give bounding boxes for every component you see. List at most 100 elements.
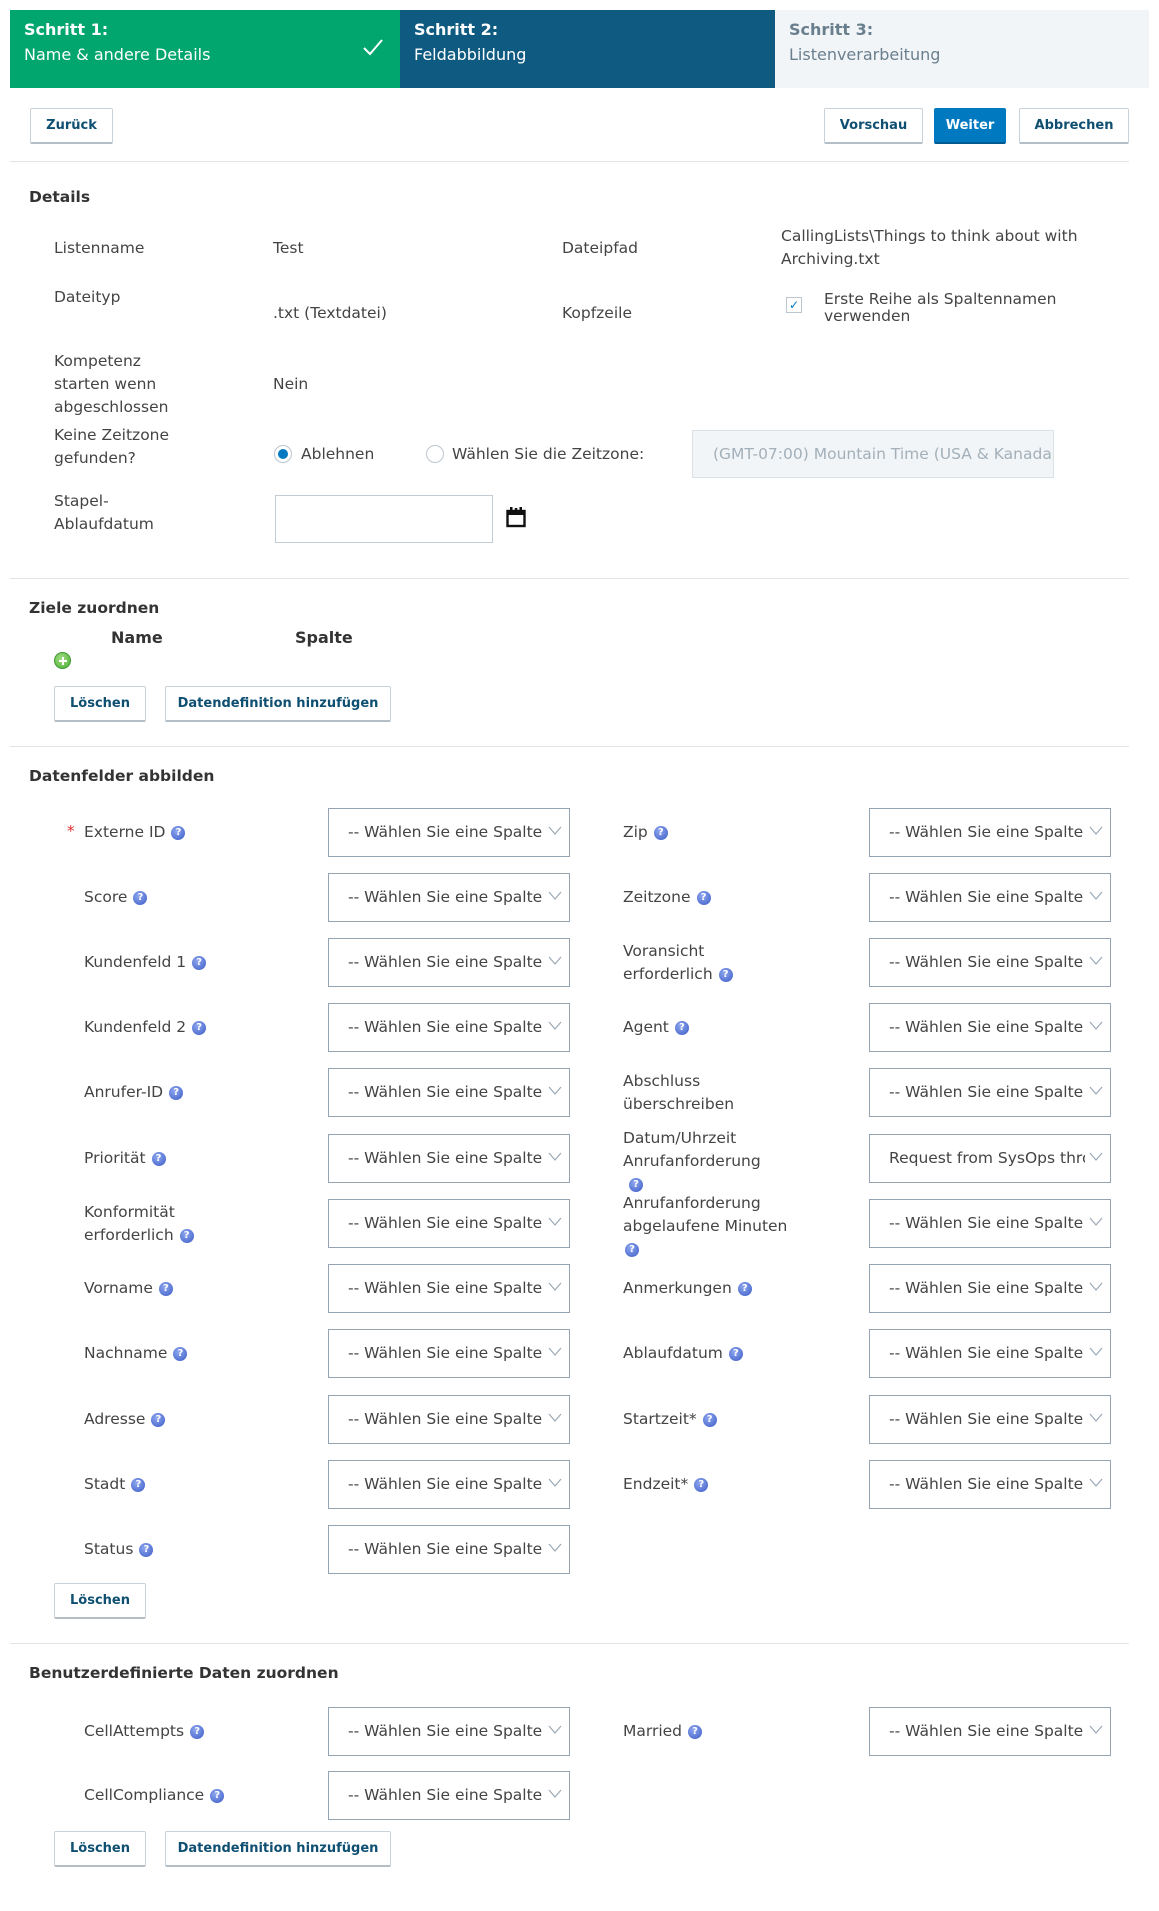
help-icon[interactable]: ? <box>210 1789 225 1803</box>
column-select[interactable]: -- Wählen Sie eine Spalte <box>869 808 1111 857</box>
help-icon[interactable]: ? <box>718 968 733 982</box>
field-label: Stadt? <box>84 1473 254 1496</box>
preview-button[interactable]: Vorschau <box>824 108 923 144</box>
column-select[interactable]: -- Wählen Sie eine Spalte <box>328 1395 570 1444</box>
help-icon[interactable]: ? <box>151 1152 166 1166</box>
field-label: Status? <box>84 1538 254 1561</box>
column-select[interactable]: -- Wählen Sie eine Spalte <box>869 1199 1111 1248</box>
reject-radio-label[interactable]: Ablehnen <box>301 443 374 466</box>
field-label: Zeitzone? <box>623 886 793 909</box>
custom-data-add-definition-button[interactable]: Datendefinition hinzufügen <box>165 1831 391 1867</box>
column-select[interactable]: -- Wählen Sie eine Spalte <box>869 938 1111 987</box>
back-button[interactable]: Zurück <box>30 108 113 144</box>
help-icon[interactable]: ? <box>688 1725 703 1739</box>
column-select[interactable]: -- Wählen Sie eine Spalte <box>328 873 570 922</box>
chevron-down-icon <box>1089 956 1103 965</box>
skill-label-line-3: abgeschlossen <box>54 398 169 416</box>
column-select[interactable]: -- Wählen Sie eine Spalte <box>869 1003 1111 1052</box>
help-icon[interactable]: ? <box>179 1229 194 1243</box>
help-icon[interactable]: ? <box>133 891 148 905</box>
chevron-down-icon <box>548 1543 562 1552</box>
data-fields-delete-button[interactable]: Löschen <box>54 1583 146 1619</box>
step-2[interactable]: Schritt 2: Feldabbildung <box>400 10 775 88</box>
column-select[interactable]: -- Wählen Sie eine Spalte <box>869 873 1111 922</box>
add-target-icon[interactable] <box>54 652 71 669</box>
batch-expiry-date-input[interactable] <box>275 495 493 543</box>
chevron-down-icon <box>548 826 562 835</box>
help-icon[interactable]: ? <box>737 1282 752 1296</box>
field-label-text: Score <box>84 888 128 906</box>
step-1[interactable]: Schritt 1: Name & andere Details <box>10 10 400 88</box>
column-select[interactable]: -- Wählen Sie eine Spalte <box>869 1264 1111 1313</box>
help-icon[interactable]: ? <box>171 826 186 840</box>
choose-timezone-label[interactable]: Wählen Sie die Zeitzone: <box>452 443 644 466</box>
help-icon[interactable]: ? <box>151 1413 166 1427</box>
help-icon[interactable]: ? <box>190 1725 205 1739</box>
column-select[interactable]: -- Wählen Sie eine Spalte <box>328 1199 570 1248</box>
column-select[interactable]: -- Wählen Sie eine Spalte <box>328 1525 570 1574</box>
column-select-value: -- Wählen Sie eine Spalte <box>348 1540 543 1558</box>
column-select[interactable]: -- Wählen Sie eine Spalte <box>328 808 570 857</box>
help-icon[interactable]: ? <box>173 1347 188 1361</box>
help-icon[interactable]: ? <box>728 1347 743 1361</box>
targets-add-definition-button[interactable]: Datendefinition hinzufügen <box>165 686 391 722</box>
calendar-icon[interactable] <box>506 506 526 528</box>
column-select-value: -- Wählen Sie eine Spalte <box>889 1214 1084 1232</box>
header-checkbox-label: Erste Reihe als Spaltennamen verwenden <box>824 291 1057 325</box>
field-label-text: Zeitzone <box>623 888 691 906</box>
column-select[interactable]: -- Wählen Sie eine Spalte <box>328 1068 570 1117</box>
reject-radio[interactable] <box>274 445 292 463</box>
timezone-select[interactable]: (GMT-07:00) Mountain Time (USA & Kanada) <box>692 430 1054 478</box>
no-timezone-line-1: Keine Zeitzone <box>54 426 170 444</box>
chevron-down-icon <box>548 1478 562 1487</box>
help-icon[interactable]: ? <box>653 826 668 840</box>
help-icon[interactable]: ? <box>629 1178 643 1192</box>
column-select[interactable]: -- Wählen Sie eine Spalte <box>328 1771 570 1820</box>
help-icon[interactable]: ? <box>696 891 711 905</box>
field-label-text: Startzeit* <box>623 1410 697 1428</box>
help-icon[interactable]: ? <box>192 1021 207 1035</box>
help-icon[interactable]: ? <box>131 1478 146 1492</box>
help-icon[interactable]: ? <box>625 1243 639 1257</box>
column-select[interactable]: -- Wählen Sie eine Spalte <box>328 938 570 987</box>
step-2-number: Schritt 2: <box>414 20 499 39</box>
help-icon[interactable]: ? <box>702 1413 717 1427</box>
wizard-stepper: Schritt 1: Name & andere Details Schritt… <box>10 10 1149 88</box>
field-label-text: Stadt <box>84 1475 126 1493</box>
divider <box>10 746 1129 747</box>
field-label-text: Status <box>84 1540 134 1558</box>
header-checkbox[interactable]: ✓ <box>786 297 802 313</box>
no-timezone-label: Keine Zeitzone gefunden? <box>54 424 169 470</box>
column-select[interactable]: -- Wählen Sie eine Spalte <box>869 1460 1111 1509</box>
choose-timezone-radio[interactable] <box>426 445 444 463</box>
no-timezone-line-2: gefunden? <box>54 449 136 467</box>
step-3[interactable]: Schritt 3: Listenverarbeitung <box>775 10 1149 88</box>
column-select-value: -- Wählen Sie eine Spalte <box>889 1722 1084 1740</box>
column-select[interactable]: -- Wählen Sie eine Spalte <box>328 1264 570 1313</box>
field-label-text: Endzeit* <box>623 1475 689 1493</box>
help-icon[interactable]: ? <box>674 1021 689 1035</box>
help-icon[interactable]: ? <box>139 1543 154 1557</box>
column-select[interactable]: -- Wählen Sie eine Spalte <box>328 1329 570 1378</box>
column-select[interactable]: -- Wählen Sie eine Spalte <box>869 1707 1111 1756</box>
column-select[interactable]: -- Wählen Sie eine Spalte <box>328 1134 570 1183</box>
column-select[interactable]: -- Wählen Sie eine Spalte <box>328 1707 570 1756</box>
column-select-value: -- Wählen Sie eine Spalte <box>348 1344 543 1362</box>
column-select[interactable]: Request from SysOps through <box>869 1134 1111 1183</box>
column-select[interactable]: -- Wählen Sie eine Spalte <box>869 1329 1111 1378</box>
batch-expiry-line-1: Stapel- <box>54 492 109 510</box>
column-select[interactable]: -- Wählen Sie eine Spalte <box>869 1395 1111 1444</box>
column-select[interactable]: -- Wählen Sie eine Spalte <box>869 1068 1111 1117</box>
column-select[interactable]: -- Wählen Sie eine Spalte <box>328 1003 570 1052</box>
cancel-button[interactable]: Abbrechen <box>1019 108 1129 144</box>
help-icon[interactable]: ? <box>192 956 207 970</box>
field-label-text: Kundenfeld 1 <box>84 953 187 971</box>
column-select[interactable]: -- Wählen Sie eine Spalte <box>328 1460 570 1509</box>
custom-data-delete-button[interactable]: Löschen <box>54 1831 146 1867</box>
help-icon[interactable]: ? <box>158 1282 173 1296</box>
help-icon[interactable]: ? <box>694 1478 709 1492</box>
help-icon[interactable]: ? <box>169 1086 184 1100</box>
field-label: Vorname? <box>84 1277 254 1300</box>
targets-delete-button[interactable]: Löschen <box>54 686 146 722</box>
next-button[interactable]: Weiter <box>934 108 1006 144</box>
